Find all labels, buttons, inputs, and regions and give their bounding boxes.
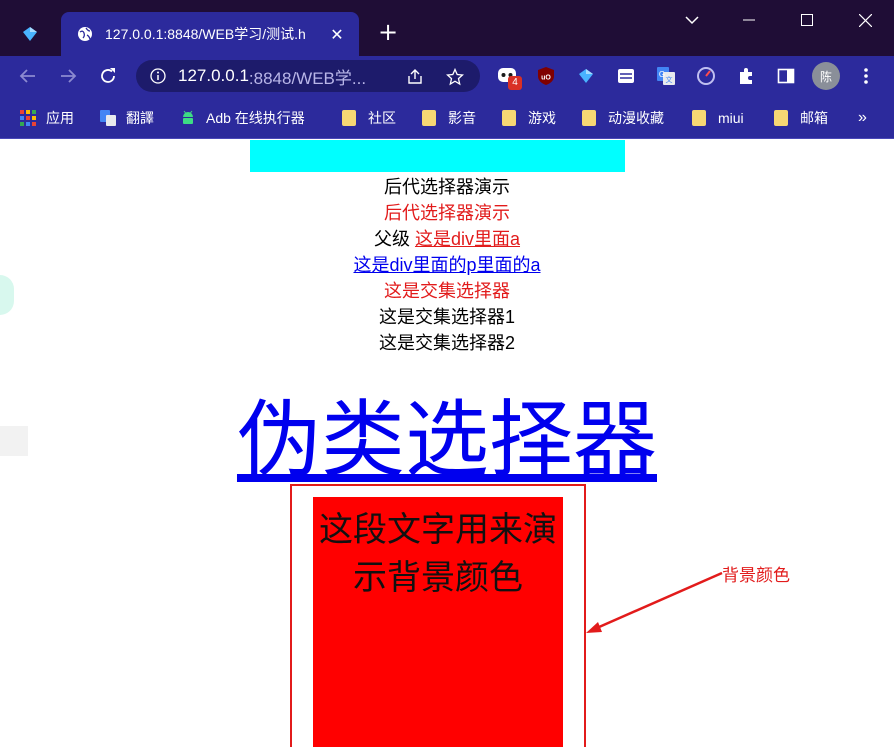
annotation-arrow [586, 571, 723, 633]
bookmarks-overflow-button[interactable]: » [858, 107, 867, 129]
puzzle-icon [740, 68, 752, 84]
folder-icon [342, 110, 356, 126]
star-icon[interactable] [446, 68, 464, 86]
title-bar: 127.0.0.1:8848/WEB学习/测试.h ✕ + [0, 0, 894, 56]
toolbar: 127.0.0.1:8848/WEB学... 4 uO G文 陈 [0, 56, 894, 96]
nested-link-row: 这是div里面的p里面的a [0, 252, 894, 278]
info-icon[interactable] [150, 68, 166, 84]
url-path: :8848/WEB学... [248, 68, 367, 88]
bookmark-folder-media[interactable]: 影音 [422, 107, 476, 129]
extension-reader-button[interactable] [614, 64, 638, 88]
diamond-icon [23, 27, 37, 41]
extension-translate-button[interactable]: G文 [654, 64, 678, 88]
pseudo-class-link[interactable]: 伪类选择器 [0, 390, 894, 490]
bookmark-label: 应用 [46, 110, 74, 126]
bookmark-label: 动漫收藏 [608, 110, 664, 126]
svg-text:文: 文 [666, 75, 673, 84]
bookmarks-bar: 应用 翻譯 Adb 在线执行器 社区 影音 游戏 动漫收藏 miui 邮箱 » [0, 96, 894, 139]
bookmark-label: Adb 在线执行器 [206, 110, 305, 126]
bookmark-folder-anime[interactable]: 动漫收藏 [582, 107, 664, 129]
svg-text:uO: uO [541, 75, 551, 82]
translate-icon [100, 110, 116, 126]
bookmark-label: 邮箱 [800, 110, 828, 126]
extension-diamond-button[interactable] [574, 64, 598, 88]
bookmark-label: 翻譯 [126, 110, 154, 126]
background-demo-text: 这段文字用来演示背景颜色 [319, 511, 557, 597]
globe-icon [78, 27, 92, 41]
share-icon[interactable] [406, 68, 424, 86]
cyan-block [250, 140, 625, 172]
maximize-button[interactable] [778, 0, 836, 40]
bookmark-label: miui [718, 110, 744, 126]
extension-badge: 4 [508, 76, 522, 90]
extensions-button[interactable] [734, 64, 758, 88]
kebab-menu-icon [864, 68, 868, 84]
div-p-link[interactable]: 这是div里面的p里面的a [353, 255, 540, 275]
shield-icon: uO [538, 67, 554, 85]
minimize-icon [743, 19, 755, 21]
descendant-demo-text: 后代选择器演示 [384, 177, 510, 197]
diamond-icon [579, 69, 593, 83]
extension-ublock-button[interactable]: uO [534, 64, 558, 88]
folder-icon [774, 110, 788, 126]
bookmark-folder-games[interactable]: 游戏 [502, 107, 556, 129]
forward-button[interactable] [56, 64, 80, 88]
back-button[interactable] [16, 64, 40, 88]
reload-icon [101, 68, 115, 83]
intersection-selector-text-1: 这是交集选择器1 [378, 307, 515, 327]
div-link[interactable]: 这是div里面a [415, 229, 520, 249]
close-window-button[interactable] [836, 0, 894, 40]
bookmark-translate[interactable]: 翻譯 [100, 107, 154, 129]
android-icon [183, 110, 193, 124]
side-panel-icon [777, 68, 795, 84]
close-icon [858, 13, 872, 27]
bookmark-adb[interactable]: Adb 在线执行器 [180, 107, 305, 129]
bookmark-folder-community[interactable]: 社区 [342, 107, 396, 129]
arrow-left-icon [19, 69, 35, 83]
extension-gamepad-button[interactable]: 4 [496, 64, 522, 90]
pinned-tab[interactable] [0, 12, 60, 56]
new-tab-button[interactable]: + [374, 18, 402, 46]
bookmark-label: 社区 [368, 110, 396, 126]
folder-icon [692, 110, 706, 126]
apps-grid-icon [20, 110, 36, 126]
arrow-right-icon [61, 69, 77, 83]
bookmark-folder-miui[interactable]: miui [692, 107, 744, 129]
profile-avatar[interactable]: 陈 [812, 62, 840, 90]
annotation-label: 背景颜色 [722, 566, 790, 585]
folder-icon [582, 110, 596, 126]
active-tab[interactable]: 127.0.0.1:8848/WEB学习/测试.h ✕ [61, 12, 359, 56]
bookmark-apps[interactable]: 应用 [20, 107, 74, 129]
side-panel-button[interactable] [774, 64, 798, 88]
extension-speed-button[interactable] [694, 64, 718, 88]
tab-close-icon[interactable]: ✕ [325, 25, 349, 44]
address-bar[interactable]: 127.0.0.1:8848/WEB学... [136, 60, 480, 92]
svg-text:G: G [659, 70, 665, 79]
translate-icon: G文 [657, 67, 675, 85]
maximize-icon [801, 14, 813, 26]
parent-label: 父级 [373, 229, 410, 249]
descendant-demo-text-red: 后代选择器演示 [384, 203, 510, 223]
minimize-button[interactable] [720, 0, 778, 40]
bookmark-label: 游戏 [528, 110, 556, 126]
tab-search-chevron-icon[interactable] [680, 8, 704, 32]
bookmark-folder-mail[interactable]: 邮箱 [774, 107, 828, 129]
url-host: 127.0.0.1 [178, 66, 249, 85]
bookmark-label: 影音 [448, 110, 476, 126]
page-content: 后代选择器演示 后代选择器演示 父级 这是div里面a 这是div里面的p里面的… [0, 140, 894, 747]
folder-icon [502, 110, 516, 126]
reader-icon [618, 69, 634, 83]
parent-row: 父级 这是div里面a [0, 226, 894, 252]
intersection-selector-text-2: 这是交集选择器2 [378, 333, 515, 353]
gauge-icon [697, 67, 715, 85]
tab-title: 127.0.0.1:8848/WEB学习/测试.h [105, 26, 306, 42]
folder-icon [422, 110, 436, 126]
menu-button[interactable] [854, 64, 878, 88]
intersection-selector-text: 这是交集选择器 [384, 281, 510, 301]
reload-button[interactable] [96, 64, 120, 88]
